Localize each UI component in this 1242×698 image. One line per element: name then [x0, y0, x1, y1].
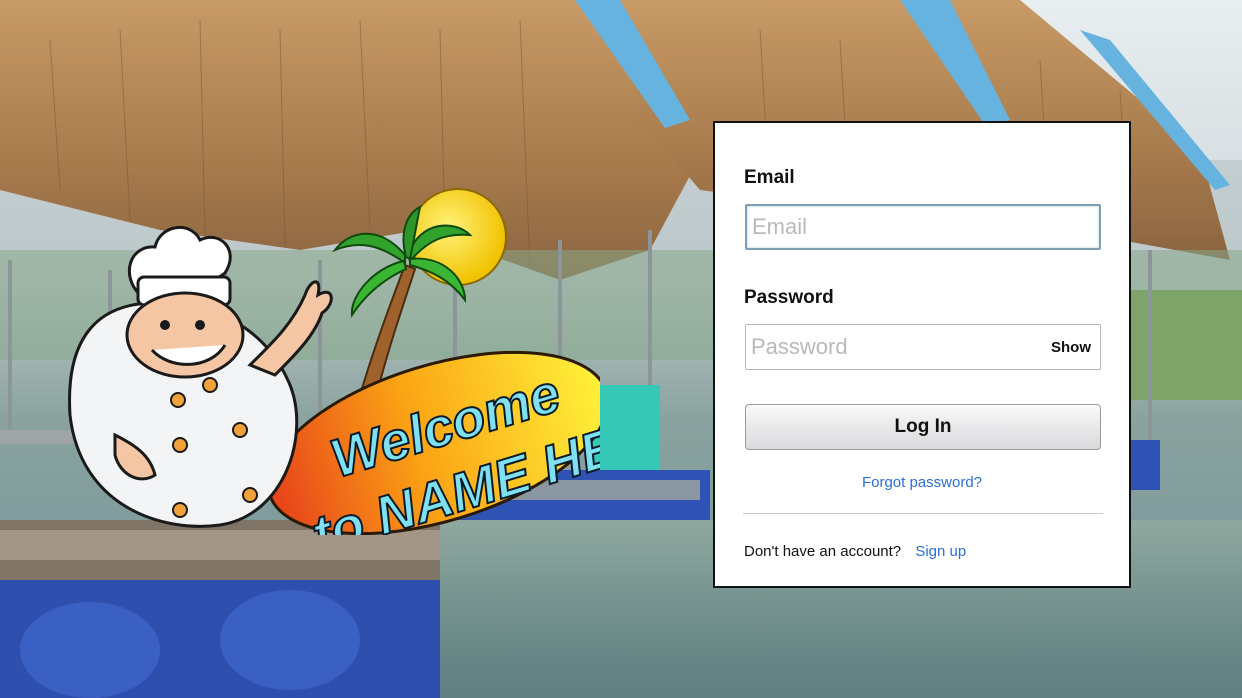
forgot-password-link[interactable]: Forgot password? [715, 474, 1129, 491]
password-field[interactable] [745, 324, 1101, 370]
welcome-logo: Welcome to NAME HERE [68, 188, 600, 535]
show-password-button[interactable]: Show [1051, 339, 1091, 356]
no-account-text: Don't have an account? [744, 543, 902, 560]
signup-row: Don't have an account? Sign up [744, 543, 966, 560]
divider [743, 513, 1103, 514]
signup-link[interactable]: Sign up [915, 543, 966, 560]
email-label: Email [744, 167, 795, 188]
login-button[interactable]: Log In [745, 404, 1101, 450]
login-card: Email Password Show Log In Forgot passwo… [713, 121, 1131, 588]
email-field[interactable] [745, 204, 1101, 250]
password-label: Password [744, 287, 834, 308]
